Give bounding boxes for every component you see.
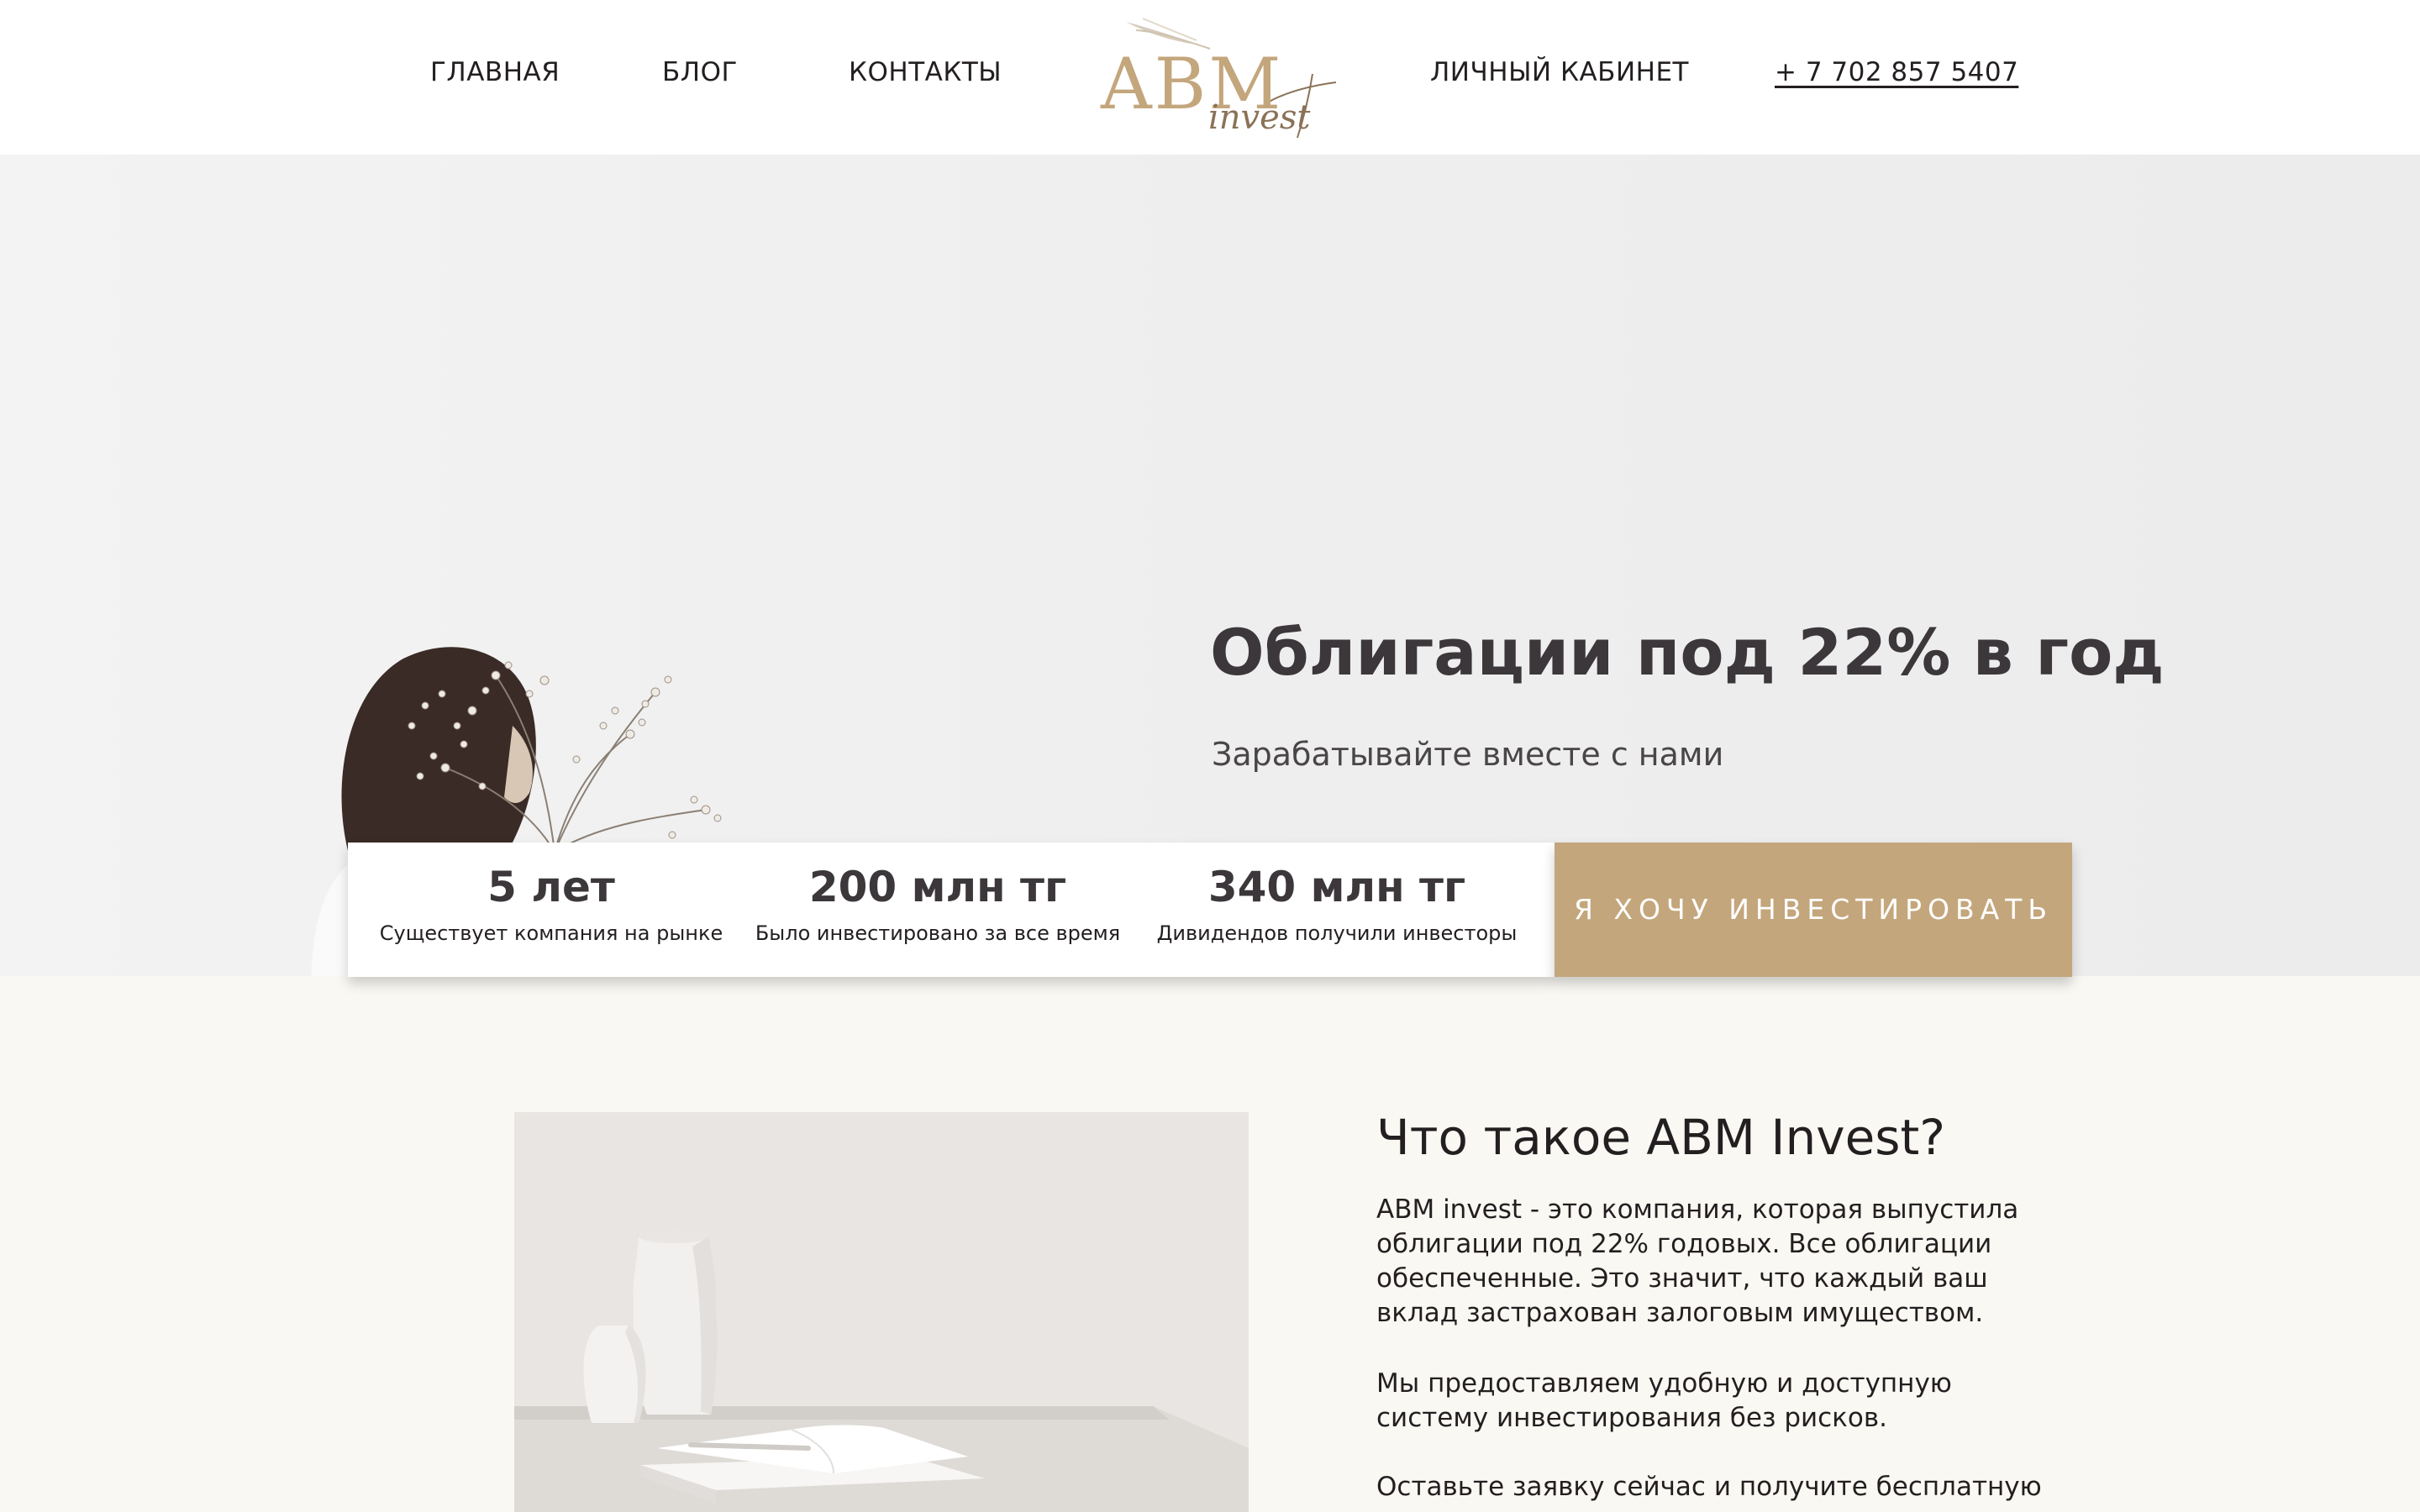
- stat-label: Было инвестировано за все время: [755, 921, 1121, 945]
- stat-years: 5 лет Существует компания на рынке: [358, 843, 744, 977]
- stat-value: 340 млн тг: [1207, 863, 1466, 911]
- stat-value: 200 млн тг: [808, 863, 1067, 911]
- invest-cta-button[interactable]: Я ХОЧУ ИНВЕСТИРОВАТЬ: [1555, 843, 2072, 977]
- stat-label: Дивидендов получили инвесторы: [1156, 921, 1518, 945]
- stat-label: Существует компания на рынке: [379, 921, 723, 945]
- about-paragraph-2: Мы предоставляем удобную и доступную сис…: [1376, 1368, 1952, 1433]
- about-paragraph-1: ABM invest - это компания, которая выпус…: [1376, 1194, 2019, 1328]
- logo-script: invest: [1208, 98, 1311, 137]
- stat-invested: 200 млн тг Было инвестировано за все вре…: [744, 843, 1131, 977]
- stats-bar: 5 лет Существует компания на рынке 200 м…: [348, 843, 1555, 977]
- hero-title: Облигации под 22% в год: [1210, 615, 2165, 690]
- about-photo-illustration: [514, 1112, 1249, 1512]
- hero-subtitle: Зарабатывайте вместе с нами: [1212, 736, 1724, 773]
- stat-dividends: 340 млн тг Дивидендов получили инвесторы: [1131, 843, 1543, 977]
- nav-account[interactable]: ЛИЧНЫЙ КАБИНЕТ: [1430, 57, 1689, 87]
- site-header: ГЛАВНАЯ БЛОГ КОНТАКТЫ ABM invest ЛИЧНЫЙ …: [0, 0, 2420, 155]
- nav-contacts[interactable]: КОНТАКТЫ: [849, 57, 1002, 87]
- abm-invest-logo[interactable]: ABM invest: [1092, 12, 1336, 146]
- nav-home[interactable]: ГЛАВНАЯ: [430, 57, 560, 87]
- nav-blog[interactable]: БЛОГ: [662, 57, 738, 87]
- stat-value: 5 лет: [487, 863, 615, 911]
- about-paragraph-3: Оставьте заявку сейчас и получите беспла…: [1376, 1472, 2042, 1502]
- about-photo-vases-notebook: [514, 1112, 1249, 1512]
- about-title: Что такое ABM Invest?: [1376, 1109, 1945, 1166]
- phone-link[interactable]: + 7 702 857 5407: [1775, 57, 2018, 87]
